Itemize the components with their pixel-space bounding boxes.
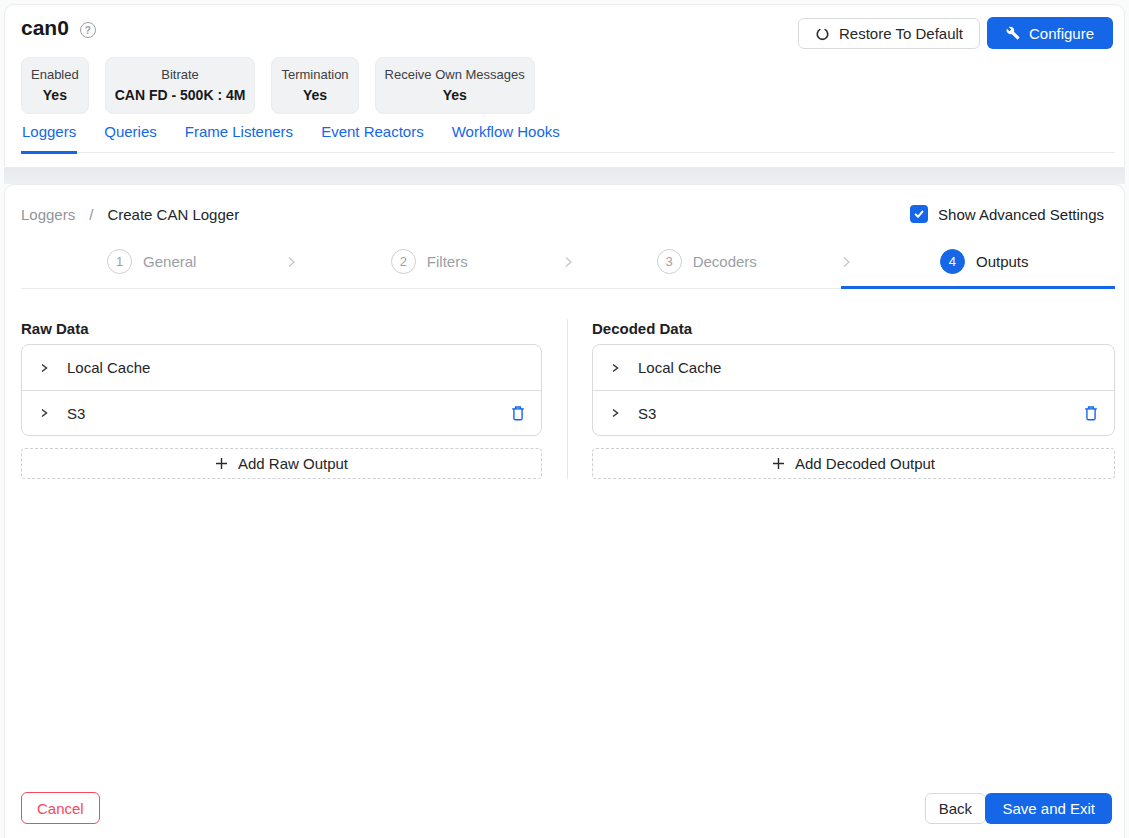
add-decoded-output-button[interactable]: Add Decoded Output bbox=[592, 448, 1115, 479]
help-icon[interactable]: ? bbox=[80, 22, 96, 38]
tab-loggers[interactable]: Loggers bbox=[21, 119, 77, 154]
decoded-data-title: Decoded Data bbox=[592, 320, 692, 337]
page-title: can0 bbox=[21, 16, 69, 40]
breadcrumb-loggers[interactable]: Loggers bbox=[21, 206, 75, 223]
decoded-output-local-cache-row[interactable]: Local Cache bbox=[593, 345, 1114, 390]
step-number: 3 bbox=[657, 249, 682, 274]
trash-icon bbox=[1084, 405, 1098, 421]
add-raw-output-button[interactable]: Add Raw Output bbox=[21, 448, 542, 479]
chevron-right-icon bbox=[283, 254, 299, 270]
add-decoded-output-label: Add Decoded Output bbox=[795, 455, 935, 472]
step-outputs[interactable]: 4 Outputs bbox=[854, 249, 1116, 274]
chevron-right-icon bbox=[838, 254, 854, 270]
step-number: 4 bbox=[940, 249, 965, 274]
badge-bitrate: Bitrate CAN FD - 500K : 4M bbox=[105, 57, 256, 114]
wrench-icon bbox=[1006, 26, 1020, 40]
wizard-stepper: 1 General 2 Filters 3 Decoders 4 Outputs bbox=[21, 249, 1115, 274]
chevron-right-icon[interactable] bbox=[609, 362, 621, 374]
decoded-output-s3-row[interactable]: S3 bbox=[593, 390, 1114, 435]
trash-icon bbox=[511, 405, 525, 421]
tab-event-reactors[interactable]: Event Reactors bbox=[320, 119, 425, 152]
tab-frame-listeners[interactable]: Frame Listeners bbox=[184, 119, 294, 152]
plus-icon bbox=[215, 457, 228, 470]
back-button[interactable]: Back bbox=[925, 793, 986, 824]
step-label: Filters bbox=[427, 253, 468, 270]
stepper-active-indicator bbox=[841, 286, 1115, 289]
chevron-right-icon[interactable] bbox=[609, 407, 621, 419]
configure-button[interactable]: Configure bbox=[987, 17, 1113, 49]
wizard-card: Loggers / Create CAN Logger Show Advance… bbox=[4, 184, 1125, 838]
step-label: General bbox=[143, 253, 196, 270]
badge-value: Yes bbox=[31, 85, 79, 105]
tab-workflow-hooks[interactable]: Workflow Hooks bbox=[451, 119, 561, 152]
breadcrumb-current: Create CAN Logger bbox=[107, 206, 239, 223]
step-number: 2 bbox=[391, 249, 416, 274]
advanced-settings-checkbox[interactable] bbox=[910, 205, 928, 223]
title-row: can0 ? bbox=[21, 16, 96, 40]
row-label: Local Cache bbox=[638, 359, 721, 376]
tab-bar: Loggers Queries Frame Listeners Event Re… bbox=[21, 119, 1115, 153]
decoded-output-list: Local Cache S3 bbox=[592, 344, 1115, 436]
breadcrumb: Loggers / Create CAN Logger bbox=[21, 206, 239, 223]
section-divider-band bbox=[4, 168, 1125, 184]
badge-enabled: Enabled Yes bbox=[21, 57, 89, 114]
restore-icon bbox=[815, 26, 830, 41]
raw-output-local-cache-row[interactable]: Local Cache bbox=[22, 345, 541, 390]
raw-data-title: Raw Data bbox=[21, 320, 89, 337]
step-general[interactable]: 1 General bbox=[21, 249, 283, 274]
chevron-right-icon[interactable] bbox=[38, 407, 50, 419]
row-label: Local Cache bbox=[67, 359, 150, 376]
badge-value: CAN FD - 500K : 4M bbox=[115, 85, 246, 105]
step-number: 1 bbox=[107, 249, 132, 274]
device-header-card: can0 ? Restore To Default Configure Enab… bbox=[4, 4, 1125, 168]
badge-label: Enabled bbox=[31, 66, 79, 84]
add-raw-output-label: Add Raw Output bbox=[238, 455, 348, 472]
tab-queries[interactable]: Queries bbox=[103, 119, 158, 152]
show-advanced-settings-toggle[interactable]: Show Advanced Settings bbox=[910, 205, 1104, 223]
column-divider bbox=[567, 319, 568, 479]
chevron-right-icon[interactable] bbox=[38, 362, 50, 374]
badge-termination: Termination Yes bbox=[271, 57, 358, 114]
badge-label: Receive Own Messages bbox=[385, 66, 525, 84]
step-label: Decoders bbox=[693, 253, 757, 270]
row-label: S3 bbox=[67, 405, 85, 422]
step-filters[interactable]: 2 Filters bbox=[299, 249, 561, 274]
badge-value: Yes bbox=[281, 85, 348, 105]
configure-label: Configure bbox=[1029, 25, 1094, 42]
badge-label: Termination bbox=[281, 66, 348, 84]
badge-label: Bitrate bbox=[115, 66, 246, 84]
step-label: Outputs bbox=[976, 253, 1029, 270]
chevron-right-icon bbox=[560, 254, 576, 270]
delete-decoded-s3-button[interactable] bbox=[1084, 405, 1098, 421]
badge-value: Yes bbox=[385, 85, 525, 105]
breadcrumb-separator: / bbox=[89, 206, 93, 223]
raw-output-list: Local Cache S3 bbox=[21, 344, 542, 436]
row-label: S3 bbox=[638, 405, 656, 422]
restore-label: Restore To Default bbox=[839, 25, 963, 42]
status-badges: Enabled Yes Bitrate CAN FD - 500K : 4M T… bbox=[21, 57, 535, 114]
advanced-settings-label: Show Advanced Settings bbox=[938, 206, 1104, 223]
step-decoders[interactable]: 3 Decoders bbox=[576, 249, 838, 274]
badge-receive-own-messages: Receive Own Messages Yes bbox=[375, 57, 535, 114]
cancel-button[interactable]: Cancel bbox=[21, 792, 100, 824]
save-and-exit-button[interactable]: Save and Exit bbox=[985, 793, 1112, 824]
restore-to-default-button[interactable]: Restore To Default bbox=[798, 18, 980, 49]
plus-icon bbox=[772, 457, 785, 470]
raw-output-s3-row[interactable]: S3 bbox=[22, 390, 541, 435]
delete-raw-s3-button[interactable] bbox=[511, 405, 525, 421]
